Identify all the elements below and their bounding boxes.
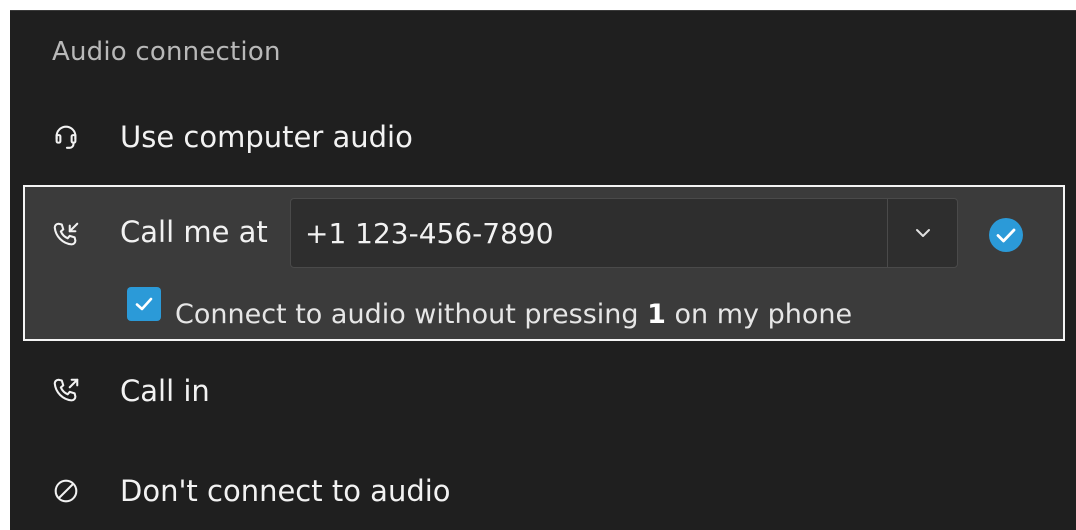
prohibited-icon bbox=[48, 473, 84, 509]
phone-dropdown-button[interactable] bbox=[888, 199, 958, 267]
option-call-in[interactable]: Call in bbox=[10, 361, 1076, 421]
phone-callback-icon bbox=[48, 217, 84, 253]
phone-number-combobox[interactable] bbox=[290, 198, 958, 268]
section-title: Audio connection bbox=[52, 37, 281, 67]
audio-connection-panel: Audio connection Use computer audio Call… bbox=[10, 10, 1076, 530]
option-dont-connect-audio[interactable]: Don't connect to audio bbox=[10, 461, 1076, 521]
auto-connect-label-start: Connect to audio without pressing bbox=[175, 299, 648, 330]
phone-number-input[interactable] bbox=[291, 199, 887, 267]
chevron-down-icon bbox=[916, 229, 930, 237]
headset-icon bbox=[48, 119, 84, 155]
auto-connect-label-end: on my phone bbox=[665, 299, 853, 330]
option-label: Call me at bbox=[120, 215, 268, 249]
phone-outgoing-icon bbox=[48, 373, 84, 409]
checkmark-icon bbox=[135, 297, 153, 311]
auto-connect-label[interactable]: Connect to audio without pressing 1 on m… bbox=[175, 299, 852, 330]
option-label: Don't connect to audio bbox=[120, 474, 451, 508]
option-call-me-at[interactable]: Call me at Connect to audio without pres… bbox=[23, 185, 1065, 341]
option-use-computer-audio[interactable]: Use computer audio bbox=[10, 107, 1076, 167]
auto-connect-checkbox[interactable] bbox=[127, 287, 161, 321]
selected-check-icon bbox=[987, 216, 1025, 254]
option-label: Use computer audio bbox=[120, 120, 413, 154]
option-label: Call in bbox=[120, 374, 210, 408]
auto-connect-label-key: 1 bbox=[647, 299, 666, 330]
